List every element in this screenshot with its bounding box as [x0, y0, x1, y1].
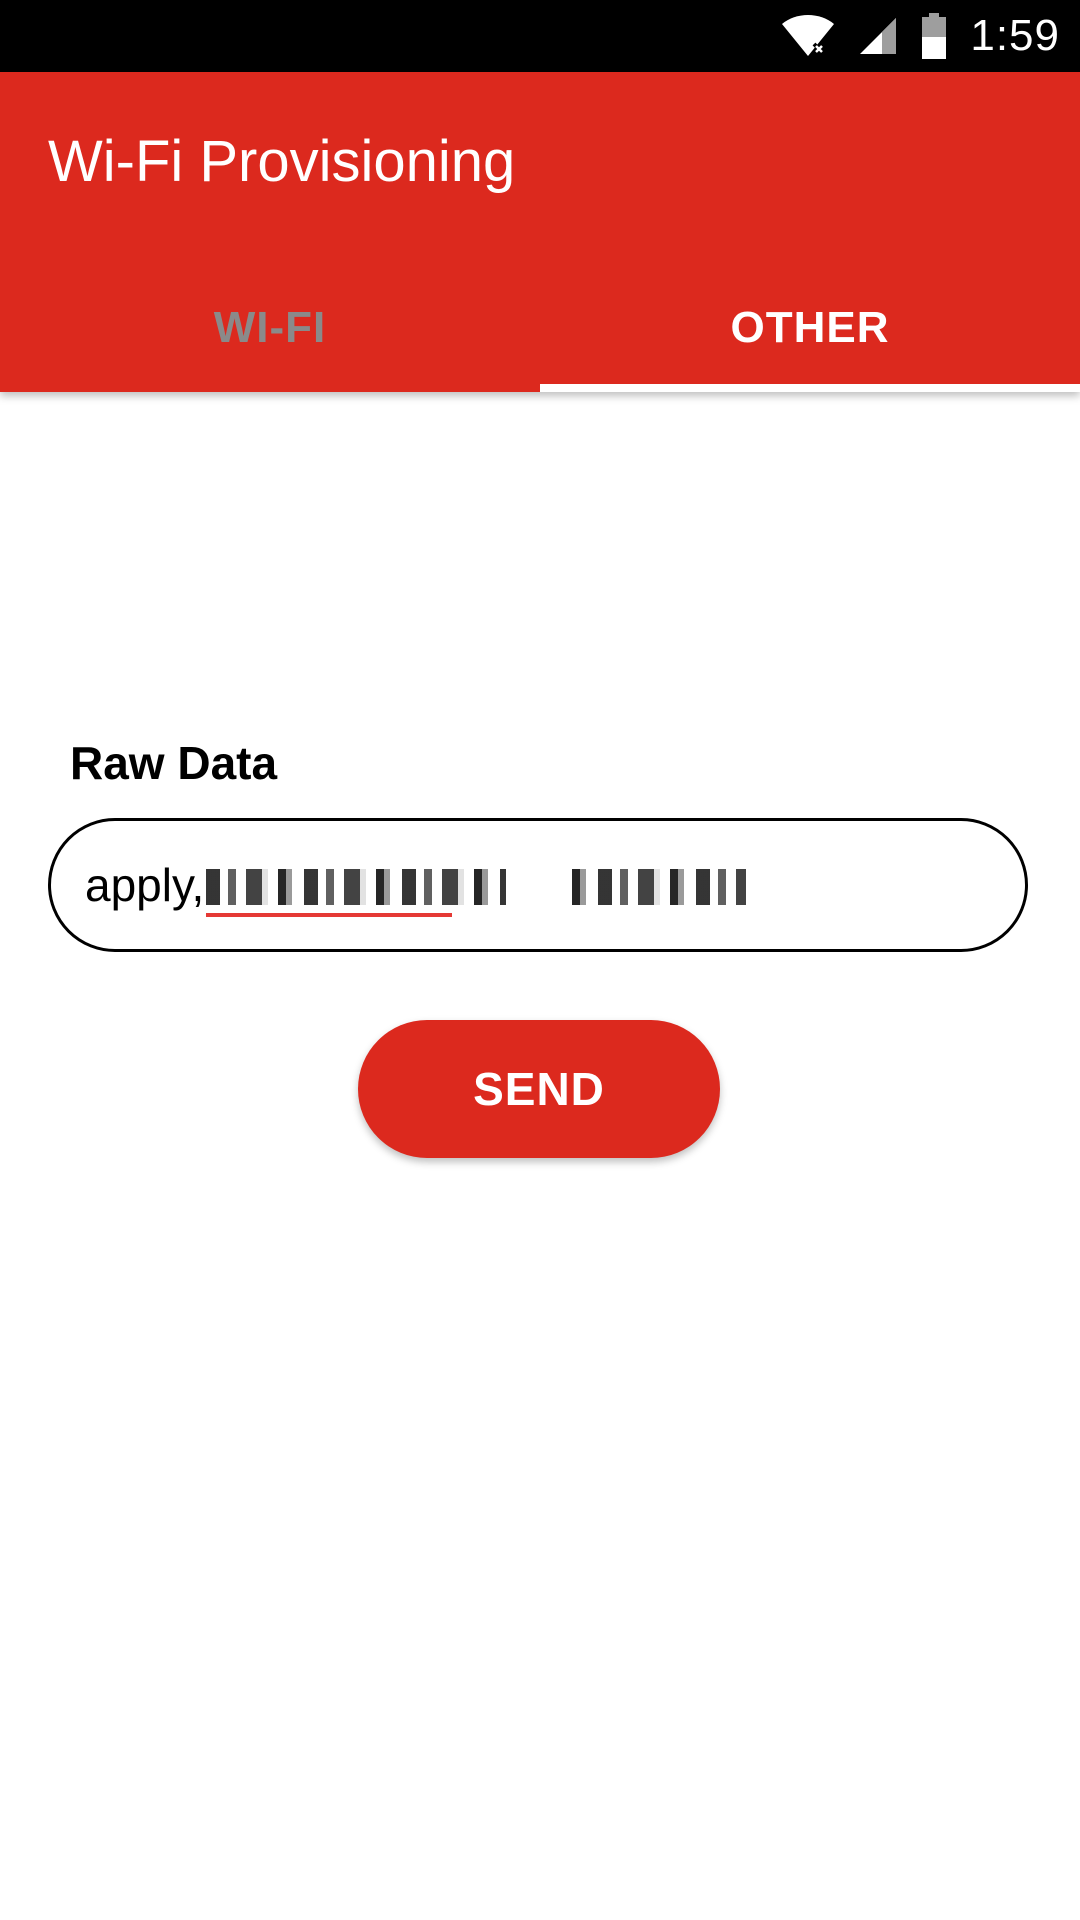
status-bar: 1:59 [0, 0, 1080, 72]
send-button[interactable]: SEND [358, 1020, 720, 1158]
raw-data-label: Raw Data [70, 737, 278, 789]
send-button-label: SEND [473, 1063, 605, 1115]
redaction-blocks [206, 869, 747, 905]
redaction-gap [506, 863, 567, 907]
status-icons: 1:59 [780, 0, 1060, 72]
tab-other[interactable]: OTHER [540, 264, 1080, 392]
tab-other-label: OTHER [730, 303, 890, 352]
wifi-no-internet-icon [780, 14, 836, 58]
cell-signal-icon [858, 16, 898, 56]
raw-data-input-text: apply, [85, 859, 205, 911]
tab-wifi[interactable]: WI-FI [0, 264, 540, 392]
app-bar: Wi-Fi Provisioning WI-FI OTHER [0, 72, 1080, 392]
tab-bar: WI-FI OTHER [0, 264, 1080, 392]
app-title: Wi-Fi Provisioning [48, 129, 516, 194]
raw-data-input[interactable]: apply, [48, 818, 1028, 952]
redacted-text [206, 863, 747, 917]
spellcheck-underline [206, 913, 453, 917]
battery-icon [920, 13, 948, 59]
app-screen: 1:59 Wi-Fi Provisioning WI-FI OTHER Raw … [0, 0, 1080, 1920]
tab-wifi-label: WI-FI [213, 303, 327, 352]
status-time: 1:59 [970, 11, 1060, 60]
tab-selected-indicator [540, 384, 1080, 392]
